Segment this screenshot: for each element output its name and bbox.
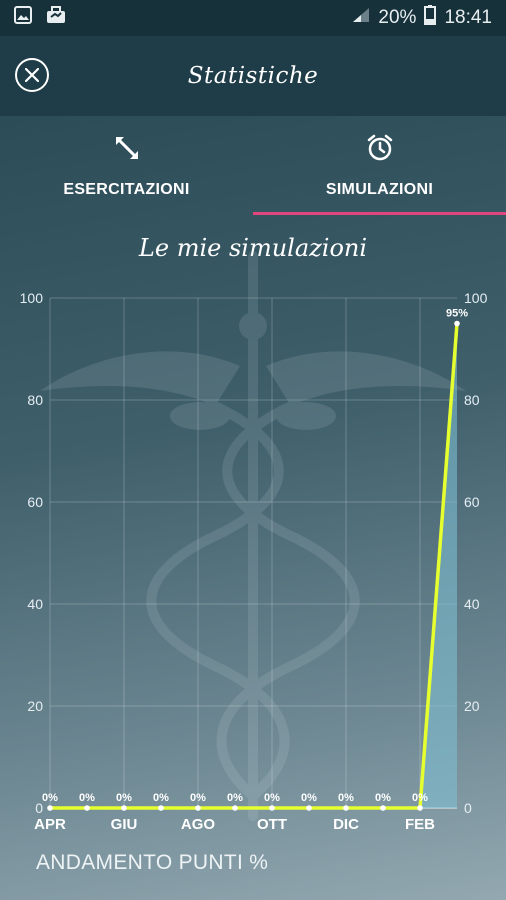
data-label: 0% xyxy=(153,792,169,804)
main-content: ESERCITAZIONI SIMULAZIONI Le mie simulaz… xyxy=(0,116,506,900)
data-label: 0% xyxy=(116,792,132,804)
status-bar: 20% 18:41 xyxy=(0,0,506,36)
data-point xyxy=(343,805,349,811)
y-tick-label-right: 0 xyxy=(464,800,472,816)
close-button[interactable] xyxy=(15,58,49,92)
data-label: 0% xyxy=(42,792,58,804)
data-label: 0% xyxy=(227,792,243,804)
y-tick-label-right: 80 xyxy=(464,392,480,408)
x-tick-label: GIU xyxy=(111,816,138,833)
y-tick-label-left: 80 xyxy=(27,392,43,408)
data-label: 0% xyxy=(338,792,354,804)
data-label: 0% xyxy=(79,792,95,804)
data-point xyxy=(232,805,238,811)
x-tick-label: APR xyxy=(34,816,66,833)
y-tick-label-left: 20 xyxy=(27,698,43,714)
simulations-line-chart: 0 020 2040 4060 6080 80100 1000% 0% 0% 0% 0% 0% 0% 0%… xyxy=(20,290,488,833)
data-label: 0% xyxy=(190,792,206,804)
battery-icon xyxy=(424,5,437,31)
data-point xyxy=(84,805,90,811)
y-tick-label-right: 60 xyxy=(464,494,480,510)
x-tick-label: DIC xyxy=(333,816,359,833)
battery-percent: 20% xyxy=(378,7,417,28)
app-header: Statistiche xyxy=(0,36,506,116)
x-tick-label: FEB xyxy=(405,816,435,833)
x-tick-label: OTT xyxy=(257,816,287,833)
image-icon xyxy=(14,6,32,30)
data-point xyxy=(47,805,53,811)
close-icon xyxy=(25,68,39,82)
y-tick-label-right: 20 xyxy=(464,698,480,714)
data-point xyxy=(269,805,275,811)
data-label: 0% xyxy=(375,792,391,804)
y-tick-label-right: 100 xyxy=(464,290,488,306)
signal-icon xyxy=(352,7,370,29)
series-line xyxy=(50,323,459,810)
clock-time: 18:41 xyxy=(444,7,492,28)
chart-footer-label: ANDAMENTO PUNTI % xyxy=(36,851,269,874)
page-title: Statistiche xyxy=(187,63,319,89)
data-point xyxy=(380,805,386,811)
y-tick-label-left: 100 xyxy=(20,290,44,306)
data-point xyxy=(195,805,201,811)
y-tick-label-right: 40 xyxy=(464,596,480,612)
data-point xyxy=(306,805,312,811)
y-tick-label-left: 60 xyxy=(27,494,43,510)
data-point xyxy=(454,320,460,327)
data-label: 0% xyxy=(301,792,317,804)
briefcase-notification-icon xyxy=(46,6,66,30)
data-point xyxy=(158,805,164,811)
data-label: 0% xyxy=(264,792,280,804)
data-label: 95% xyxy=(446,308,468,320)
y-tick-label-left: 40 xyxy=(27,596,43,612)
data-label: 0% xyxy=(412,792,428,804)
data-point xyxy=(417,805,423,811)
data-point xyxy=(121,805,127,811)
x-tick-label: AGO xyxy=(181,816,216,833)
